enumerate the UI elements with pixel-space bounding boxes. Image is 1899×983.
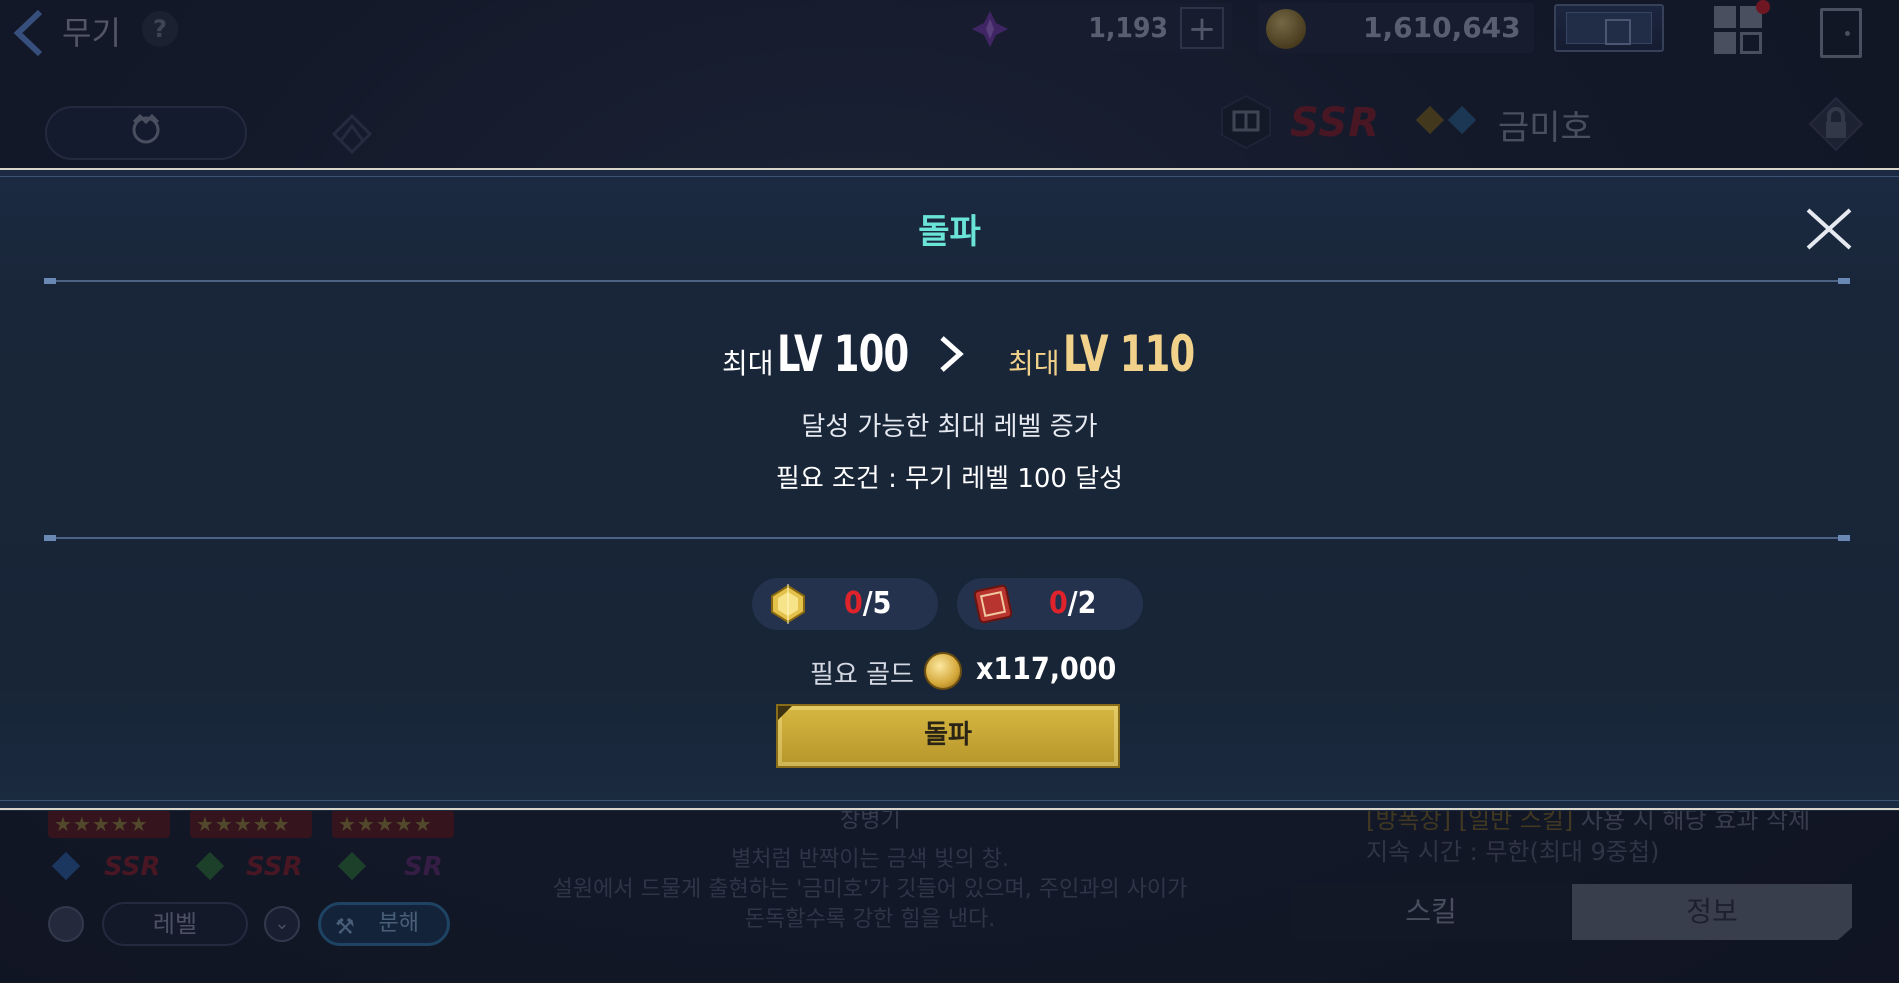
modal-border-top <box>0 168 1899 170</box>
breakthrough-button[interactable]: 돌파 <box>776 704 1120 768</box>
next-max-level: LV 110 <box>1063 325 1195 383</box>
modal-border-bottom <box>0 808 1899 810</box>
breakthrough-button-label: 돌파 <box>924 720 972 750</box>
material-count: 0/2 <box>1049 586 1096 621</box>
modal-border-bottom-inner <box>0 800 1899 801</box>
material-need: /2 <box>1067 586 1097 621</box>
current-max-prefix: 최대 <box>722 347 774 380</box>
material-have: 0 <box>1049 586 1068 621</box>
gold-coin-icon <box>924 652 962 690</box>
divider-bottom <box>44 535 1850 541</box>
divider-top <box>44 278 1850 284</box>
modal-title: 돌파 <box>918 212 981 252</box>
next-max-prefix: 최대 <box>1008 347 1060 380</box>
modal-border-top-inner <box>0 176 1899 177</box>
required-gold-amount: x117,000 <box>976 652 1117 687</box>
requirement-condition: 필요 조건 : 무기 레벨 100 달성 <box>775 464 1124 494</box>
red-scroll-icon <box>973 584 1013 624</box>
material-slot-2[interactable]: 0/2 <box>957 578 1143 630</box>
material-need: /5 <box>862 586 892 621</box>
breakthrough-description: 달성 가능한 최대 레벨 증가 <box>801 412 1098 442</box>
required-gold-label: 필요 골드 <box>810 660 914 690</box>
current-max-level: LV 100 <box>777 325 909 383</box>
material-slot-1[interactable]: 0/5 <box>752 578 938 630</box>
material-have: 0 <box>844 586 863 621</box>
button-corner-decoration <box>778 706 792 720</box>
gold-crystal-icon <box>771 584 805 624</box>
close-icon[interactable] <box>1804 206 1854 252</box>
material-count: 0/5 <box>844 586 891 621</box>
arrow-right-icon <box>940 336 964 372</box>
